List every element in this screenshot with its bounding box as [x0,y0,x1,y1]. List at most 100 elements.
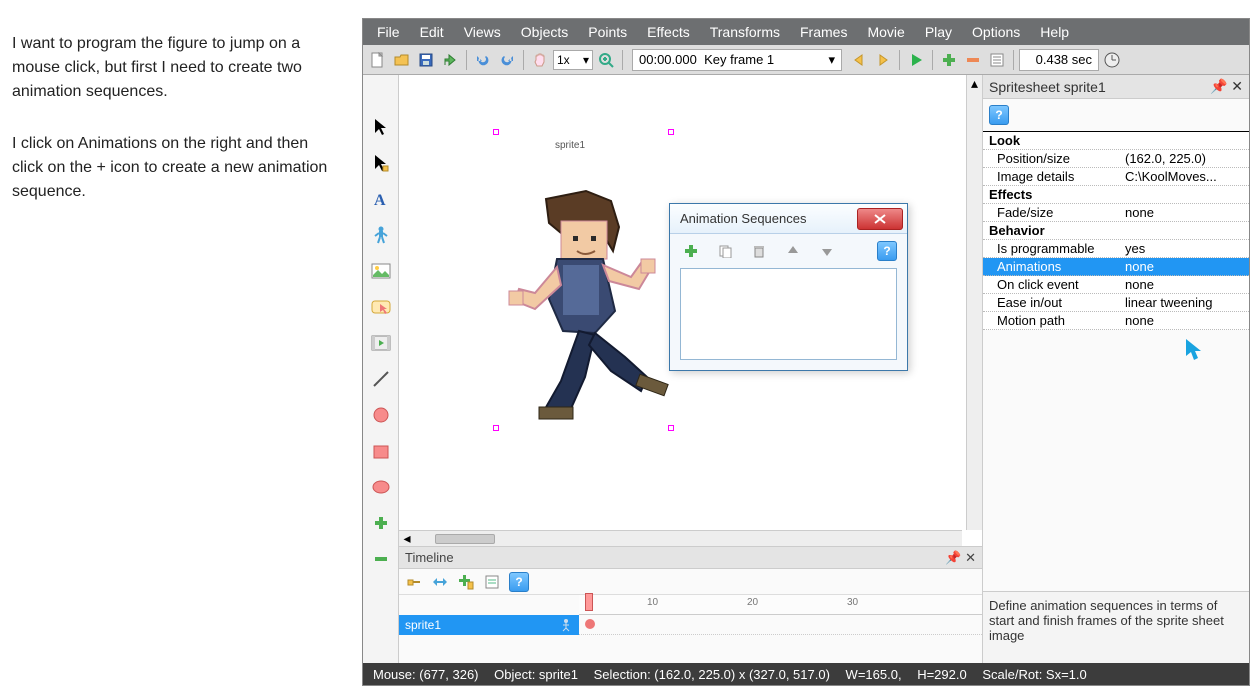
prop-row-ease-in-out[interactable]: Ease in/outlinear tweening [983,294,1249,312]
prop-row-is-programmable[interactable]: Is programmableyes [983,240,1249,258]
line-tool[interactable] [369,367,393,391]
canvas-hscroll[interactable]: ◂ [399,530,962,546]
next-frame-button[interactable] [872,49,894,71]
dialog-delete-button[interactable] [748,240,770,262]
timeline-close-icon[interactable]: ✕ [965,550,976,565]
timeline-panel: Timeline 📌 ✕ ? 10 20 30 [399,547,982,663]
play-button[interactable] [905,49,927,71]
menu-points[interactable]: Points [578,21,637,43]
oval-fill-tool[interactable] [369,475,393,499]
app-window: File Edit Views Objects Points Effects T… [362,18,1250,686]
menu-movie[interactable]: Movie [857,21,914,43]
hand-tool-button[interactable] [529,49,551,71]
status-mouse: Mouse: (677, 326) [373,667,479,682]
rect-tool[interactable] [369,439,393,463]
selection-handle[interactable] [493,129,499,135]
status-bar: Mouse: (677, 326) Object: sprite1 Select… [363,663,1249,685]
prop-row-motion-path[interactable]: Motion pathnone [983,312,1249,330]
menu-edit[interactable]: Edit [410,21,454,43]
timeline-help-button[interactable]: ? [509,572,529,592]
prop-group-effects: Effects [983,186,1249,204]
timeline-key-icon[interactable] [405,573,423,591]
subselect-tool[interactable] [369,151,393,175]
menu-options[interactable]: Options [962,21,1030,43]
sprite-label: sprite1 [555,140,585,151]
prev-frame-button[interactable] [848,49,870,71]
dialog-list[interactable] [680,268,897,360]
ellipse-tool[interactable] [369,403,393,427]
menu-effects[interactable]: Effects [637,21,700,43]
menu-play[interactable]: Play [915,21,962,43]
panel-help-button[interactable]: ? [989,105,1009,125]
prop-row-on-click-event[interactable]: On click eventnone [983,276,1249,294]
status-selection: Selection: (162.0, 225.0) x (327.0, 517.… [594,667,830,682]
timeline-pin-icon[interactable]: 📌 [945,550,961,565]
frame-list-button[interactable] [986,49,1008,71]
timeline-notes-icon[interactable] [483,573,501,591]
dialog-copy-button[interactable] [714,240,736,262]
menu-views[interactable]: Views [454,21,511,43]
timeline-addframe-icon[interactable] [457,573,475,591]
properties-grid: LookPosition/size(162.0, 225.0)Image det… [983,131,1249,362]
text-tool[interactable]: A [369,187,393,211]
sprite-figure[interactable] [491,181,671,431]
panel-pin-icon[interactable]: 📌 [1210,78,1227,94]
new-file-button[interactable] [367,49,389,71]
dialog-add-button[interactable] [680,240,702,262]
main-toolbar: 1x▾ 00:00.000 Key frame 1▾ 0.438 sec [363,45,1249,75]
add-frame-button[interactable] [938,49,960,71]
button-tool[interactable] [369,295,393,319]
status-w: W=165.0, [846,667,902,682]
canvas-area[interactable]: sprite1 [399,75,982,547]
panel-close-icon[interactable]: ✕ [1231,78,1243,94]
clock-icon[interactable] [1101,49,1123,71]
figure-tool[interactable] [369,223,393,247]
timeline-hstretch-icon[interactable] [431,573,449,591]
menu-file[interactable]: File [367,21,410,43]
dialog-help-button[interactable]: ? [877,241,897,261]
svg-text:A: A [374,192,386,208]
panel-title: Spritesheet sprite1 [989,79,1106,95]
menu-objects[interactable]: Objects [511,21,578,43]
properties-panel: Spritesheet sprite1 📌 ✕ ? LookPosition/s… [983,75,1249,663]
prop-group-behavior: Behavior [983,222,1249,240]
pointer-tool[interactable] [369,115,393,139]
timeline-ruler[interactable]: 10 20 30 [579,595,982,615]
zoom-in-button[interactable] [595,49,617,71]
redo-button[interactable] [496,49,518,71]
panel-hint: Define animation sequences in terms of s… [983,591,1249,663]
canvas-vscroll[interactable]: ▴ [966,75,982,530]
export-button[interactable] [439,49,461,71]
image-tool[interactable] [369,259,393,283]
dialog-up-button[interactable] [782,240,804,262]
status-object: Object: sprite1 [494,667,578,682]
status-scale: Scale/Rot: Sx=1.0 [982,667,1086,682]
prop-group-look: Look [983,132,1249,150]
zoom-level-select[interactable]: 1x▾ [553,50,593,70]
instructions-text: I want to program the figure to jump on … [12,32,342,232]
selection-handle[interactable] [668,129,674,135]
menu-help[interactable]: Help [1030,21,1079,43]
menu-transforms[interactable]: Transforms [700,21,790,43]
prop-row-animations[interactable]: Animationsnone [983,258,1249,276]
prop-row-image-details[interactable]: Image detailsC:\KoolMoves... [983,168,1249,186]
remove-frame-button[interactable] [962,49,984,71]
prop-row-position-size[interactable]: Position/size(162.0, 225.0) [983,150,1249,168]
duration-display[interactable]: 0.438 sec [1019,49,1099,71]
menu-frames[interactable]: Frames [790,21,857,43]
frame-display[interactable]: 00:00.000 Key frame 1▾ [632,49,842,71]
save-button[interactable] [415,49,437,71]
instructions-p2: I click on Animations on the right and t… [12,132,342,204]
minus-tool[interactable] [369,547,393,571]
instructions-p1: I want to program the figure to jump on … [12,32,342,104]
movie-tool[interactable] [369,331,393,355]
menubar: File Edit Views Objects Points Effects T… [363,19,1249,45]
prop-row-fade-size[interactable]: Fade/sizenone [983,204,1249,222]
side-toolbar: A [363,75,399,663]
plus-tool[interactable] [369,511,393,535]
open-file-button[interactable] [391,49,413,71]
timeline-row-sprite1[interactable]: sprite1 [399,615,579,635]
dialog-down-button[interactable] [816,240,838,262]
undo-button[interactable] [472,49,494,71]
dialog-close-button[interactable] [857,208,903,230]
